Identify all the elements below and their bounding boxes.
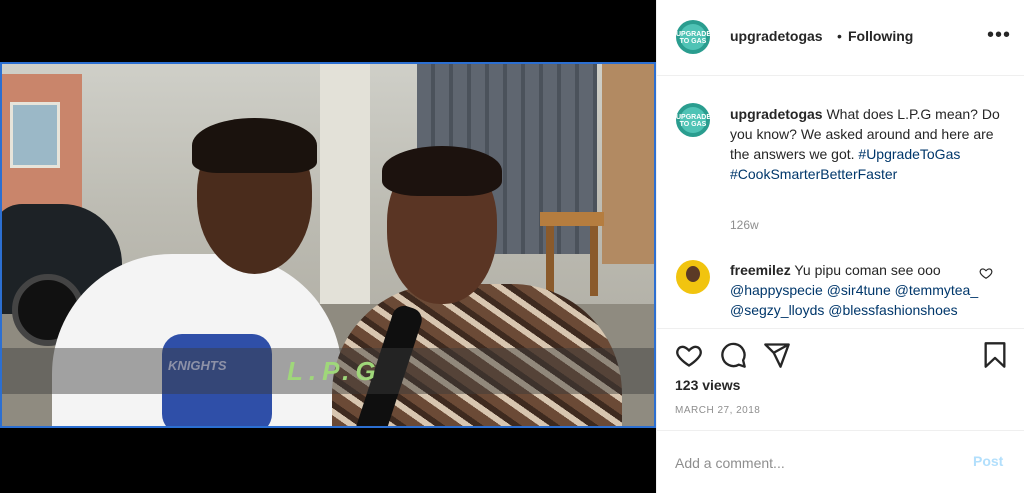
caption-avatar[interactable]: UPGRADE TO GAS bbox=[676, 103, 710, 137]
commenter-face bbox=[686, 266, 700, 282]
post-panel: UPGRADE TO GAS upgradetogas • Following … bbox=[656, 0, 1024, 493]
commenter-avatar[interactable] bbox=[676, 260, 710, 294]
hashtag-upgradetogas[interactable]: #UpgradeToGas bbox=[858, 146, 960, 162]
post-actions: 123 views MARCH 27, 2018 bbox=[657, 328, 1024, 428]
comment-like-icon[interactable] bbox=[979, 266, 993, 280]
video-caption-overlay: L.P.G bbox=[287, 356, 382, 386]
share-icon[interactable] bbox=[763, 341, 791, 369]
mention[interactable]: @temmytea_ bbox=[895, 282, 978, 298]
header-separator: • bbox=[837, 28, 842, 44]
mention[interactable]: @blessfashionshoes bbox=[828, 302, 957, 318]
mention[interactable]: @sir4tune bbox=[827, 282, 891, 298]
add-comment-bar: Post bbox=[657, 430, 1024, 493]
bookmark-icon[interactable] bbox=[981, 341, 1009, 369]
post-date[interactable]: MARCH 27, 2018 bbox=[675, 405, 760, 416]
author-avatar[interactable]: UPGRADE TO GAS bbox=[676, 20, 710, 54]
post-header: UPGRADE TO GAS upgradetogas • Following … bbox=[657, 0, 1024, 76]
man-hair bbox=[192, 118, 317, 173]
avatar-logo-text: UPGRADE TO GAS bbox=[676, 114, 710, 128]
view-count[interactable]: 123 views bbox=[675, 377, 740, 393]
comment-body: Yu pipu coman see ooo bbox=[794, 262, 941, 278]
woman-hair bbox=[382, 146, 502, 196]
comment: freemilez Yu pipu coman see ooo @happysp… bbox=[730, 260, 980, 320]
hashtag-cooksmarter[interactable]: #CookSmarterBetterFaster bbox=[730, 166, 897, 182]
comment-input[interactable] bbox=[673, 449, 957, 477]
follow-button[interactable]: Following bbox=[848, 28, 913, 44]
caption-username[interactable]: upgradetogas bbox=[730, 106, 823, 122]
post-button[interactable]: Post bbox=[973, 453, 1003, 469]
avatar-logo-text: UPGRADE TO GAS bbox=[676, 31, 710, 45]
post-caption: upgradetogas What does L.P.G mean? Do yo… bbox=[730, 104, 1000, 184]
caption-timestamp[interactable]: 126w bbox=[730, 218, 759, 232]
comment-icon[interactable] bbox=[719, 341, 747, 369]
video-player[interactable]: KNIGHTS L.P.G bbox=[0, 0, 656, 493]
heart-icon[interactable] bbox=[675, 341, 703, 369]
mention[interactable]: @happyspecie bbox=[730, 282, 823, 298]
comments-section[interactable]: UPGRADE TO GAS upgradetogas What does L.… bbox=[657, 77, 1024, 327]
mention[interactable]: @segzy_lloyds bbox=[730, 302, 824, 318]
author-username[interactable]: upgradetogas bbox=[730, 28, 823, 44]
commenter-username[interactable]: freemilez bbox=[730, 262, 791, 278]
more-icon[interactable]: ••• bbox=[987, 24, 1011, 47]
video-frame[interactable]: KNIGHTS L.P.G bbox=[0, 62, 656, 428]
